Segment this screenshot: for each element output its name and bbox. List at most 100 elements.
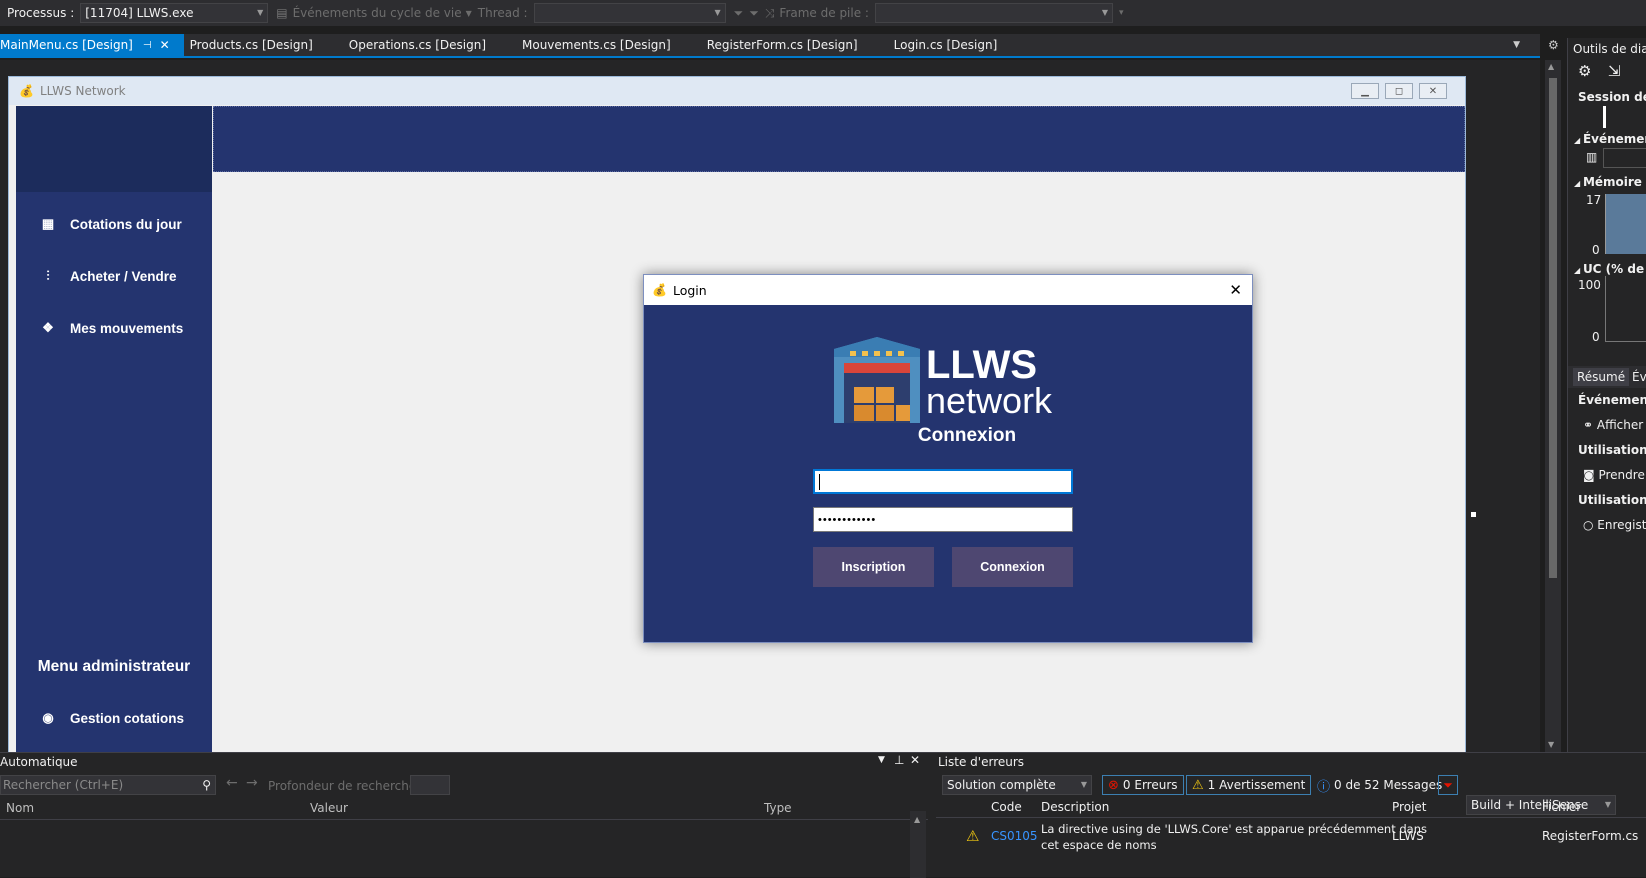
tab-label: Operations.cs [Design] xyxy=(348,38,486,52)
sidebar-item-label: Acheter / Vendre xyxy=(70,268,177,284)
sidebar-item-acheter-vendre[interactable]: ⫶ Acheter / Vendre xyxy=(16,251,212,301)
export-icon[interactable]: ⇲ xyxy=(1608,62,1621,80)
user-circle-icon: ◉ xyxy=(42,710,54,725)
username-input[interactable] xyxy=(813,469,1073,494)
sidebar-item-mouvements[interactable]: ❖ Mes mouvements xyxy=(16,303,212,353)
col-code[interactable]: Code xyxy=(991,800,1022,814)
password-input[interactable]: •••••••••••• xyxy=(813,507,1073,532)
col-file[interactable]: Fichier xyxy=(1542,800,1581,814)
scroll-down-icon[interactable]: ▼ xyxy=(1548,740,1554,749)
diag-memory[interactable]: ◢ Mémoire d xyxy=(1574,175,1646,189)
scrollbar-thumb[interactable] xyxy=(1549,78,1557,578)
close-button[interactable]: ✕ xyxy=(1419,83,1447,99)
chevron-down-icon: ▼ xyxy=(714,8,721,17)
login-dialog: 💰 Login ✕ LLWS network Connexion •••••••… xyxy=(643,274,1253,643)
tab-operations-design[interactable]: Operations.cs [Design] xyxy=(335,34,508,56)
cpu-min: 0 xyxy=(1592,330,1600,344)
login-heading: Connexion xyxy=(917,425,1017,446)
tab-mouvements-design[interactable]: Mouvements.cs [Design] xyxy=(508,34,693,56)
tab-list-dropdown-icon[interactable]: ▼ xyxy=(1513,40,1520,50)
resize-handle[interactable] xyxy=(1471,512,1476,517)
close-button[interactable]: ✕ xyxy=(1229,281,1242,299)
stackframe-dropdown[interactable]: ▼ xyxy=(874,3,1113,23)
cpu-graph xyxy=(1605,276,1646,342)
chevron-down-icon: ▼ xyxy=(1604,800,1611,809)
tab-summary[interactable]: Résumé xyxy=(1573,368,1630,386)
memory-graph xyxy=(1605,194,1646,254)
col-type[interactable]: Type xyxy=(764,801,792,815)
panel-menu-icon[interactable]: ▼ xyxy=(878,755,885,765)
build-filter-dropdown[interactable]: Build + IntelliSense ▼ xyxy=(1466,795,1616,815)
take-snapshot-link[interactable]: ◙ Prendre xyxy=(1583,468,1645,482)
process-dropdown[interactable]: [11704] LLWS.exe ▼ xyxy=(80,3,269,23)
depth-label: Profondeur de recherche : xyxy=(268,779,425,793)
autos-scrollbar[interactable]: ▲ xyxy=(910,811,926,878)
scroll-up-icon[interactable]: ▲ xyxy=(1548,62,1554,71)
sidebar-item-gestion-cotations[interactable]: ◉ Gestion cotations xyxy=(16,693,212,743)
messages-filter-button[interactable]: ⓘ 0 de 52 Messages xyxy=(1312,775,1447,795)
bottom-panels: Automatique ▼ ⊥ ✕ Rechercher (Ctrl+E) ⚲ … xyxy=(0,752,1646,878)
back-arrow-icon[interactable]: ← xyxy=(226,775,238,791)
diag-session: Session de d xyxy=(1578,90,1646,104)
diagnostic-tools-panel: Outils de diag ⚙ ⇲ Session de d ◢ Événem… xyxy=(1567,38,1646,752)
divider xyxy=(0,819,928,820)
scope-dropdown[interactable]: Solution complète ▼ xyxy=(942,775,1092,795)
tab-products-design[interactable]: Products.cs [Design] xyxy=(184,34,335,56)
login-titlebar: 💰 Login ✕ xyxy=(644,275,1252,305)
gear-icon[interactable]: ⚙ xyxy=(1548,38,1559,52)
lifecycle-label[interactable]: Événements du cycle de vie xyxy=(293,6,462,20)
col-name[interactable]: Nom xyxy=(6,801,34,815)
maximize-button[interactable]: ◻ xyxy=(1385,83,1413,99)
filter-clear-icon[interactable]: ⏷ xyxy=(749,6,759,21)
thread-label: Thread : xyxy=(477,6,528,20)
col-description[interactable]: Description xyxy=(1041,800,1109,814)
tab-events[interactable]: Év xyxy=(1632,370,1646,384)
table-row[interactable]: ⚠ CS0105 La directive using de 'LLWS.Cor… xyxy=(936,819,1646,859)
divider xyxy=(936,817,1646,818)
diag-title: Outils de diag xyxy=(1573,42,1646,56)
errors-filter-button[interactable]: ⊗ 0 Erreurs xyxy=(1102,775,1184,795)
collapse-icon: ◢ xyxy=(1574,136,1583,145)
pin-icon[interactable]: ⊥ xyxy=(894,753,904,767)
depth-dropdown[interactable] xyxy=(410,775,450,795)
tab-mainmenu-design[interactable]: MainMenu.cs [Design] ⊣ ✕ xyxy=(0,34,184,56)
filter-icon[interactable]: ⏷ xyxy=(734,6,744,21)
record-link[interactable]: ○ Enregist xyxy=(1583,518,1646,532)
sidebar-item-label: Cotations du jour xyxy=(70,216,182,232)
diag-cpu[interactable]: ◢ UC (% de to xyxy=(1574,262,1646,276)
minimize-button[interactable]: ▁ xyxy=(1351,83,1379,99)
register-button[interactable]: Inscription xyxy=(813,547,934,587)
lifecycle-icon: ▤ xyxy=(276,6,288,20)
warnings-filter-button[interactable]: ⚠ 1 Avertissement xyxy=(1186,775,1312,795)
usage-header-1: Utilisation de xyxy=(1578,443,1646,457)
login-button[interactable]: Connexion xyxy=(952,547,1073,587)
error-file: RegisterForm.cs xyxy=(1542,829,1639,843)
close-icon[interactable]: ✕ xyxy=(910,753,920,767)
forward-arrow-icon[interactable]: → xyxy=(246,775,258,791)
sidebar-item-cotations[interactable]: ▦ Cotations du jour xyxy=(16,199,212,249)
search-icon[interactable]: ⚲ xyxy=(202,778,211,792)
stackframe-toggle-icon[interactable]: ⤨ xyxy=(765,6,775,21)
search-input[interactable]: Rechercher (Ctrl+E) ⚲ xyxy=(0,775,216,795)
settings-icon[interactable]: ⚙ xyxy=(1578,62,1591,80)
error-code-link[interactable]: CS0105 xyxy=(991,829,1038,843)
diag-events[interactable]: ◢ Événement xyxy=(1574,132,1646,146)
close-icon[interactable]: ✕ xyxy=(160,38,170,52)
designer-scrollbar[interactable]: ▲ ▼ xyxy=(1545,60,1561,752)
tab-login-design[interactable]: Login.cs [Design] xyxy=(880,34,1012,56)
camera-icon: ◙ xyxy=(1583,468,1599,482)
thread-dropdown[interactable]: ▼ xyxy=(533,3,726,23)
col-value[interactable]: Valeur xyxy=(310,801,348,815)
filter-icon[interactable]: ⏷ xyxy=(1438,775,1458,795)
process-label: Processus : xyxy=(7,6,75,20)
cpu-max: 100 xyxy=(1578,278,1601,292)
show-events-link[interactable]: ⚭ Afficher xyxy=(1583,418,1643,432)
pin-icon[interactable]: ⊣ xyxy=(143,40,152,51)
col-project[interactable]: Projet xyxy=(1392,800,1426,814)
tab-registerform-design[interactable]: RegisterForm.cs [Design] xyxy=(693,34,880,56)
overflow-icon[interactable]: ▾ xyxy=(1119,8,1124,18)
scroll-up-icon[interactable]: ▲ xyxy=(914,815,920,824)
error-project: LLWS xyxy=(1392,829,1424,843)
warehouse-icon xyxy=(834,337,920,423)
admin-menu-title: Menu administrateur xyxy=(37,658,191,675)
